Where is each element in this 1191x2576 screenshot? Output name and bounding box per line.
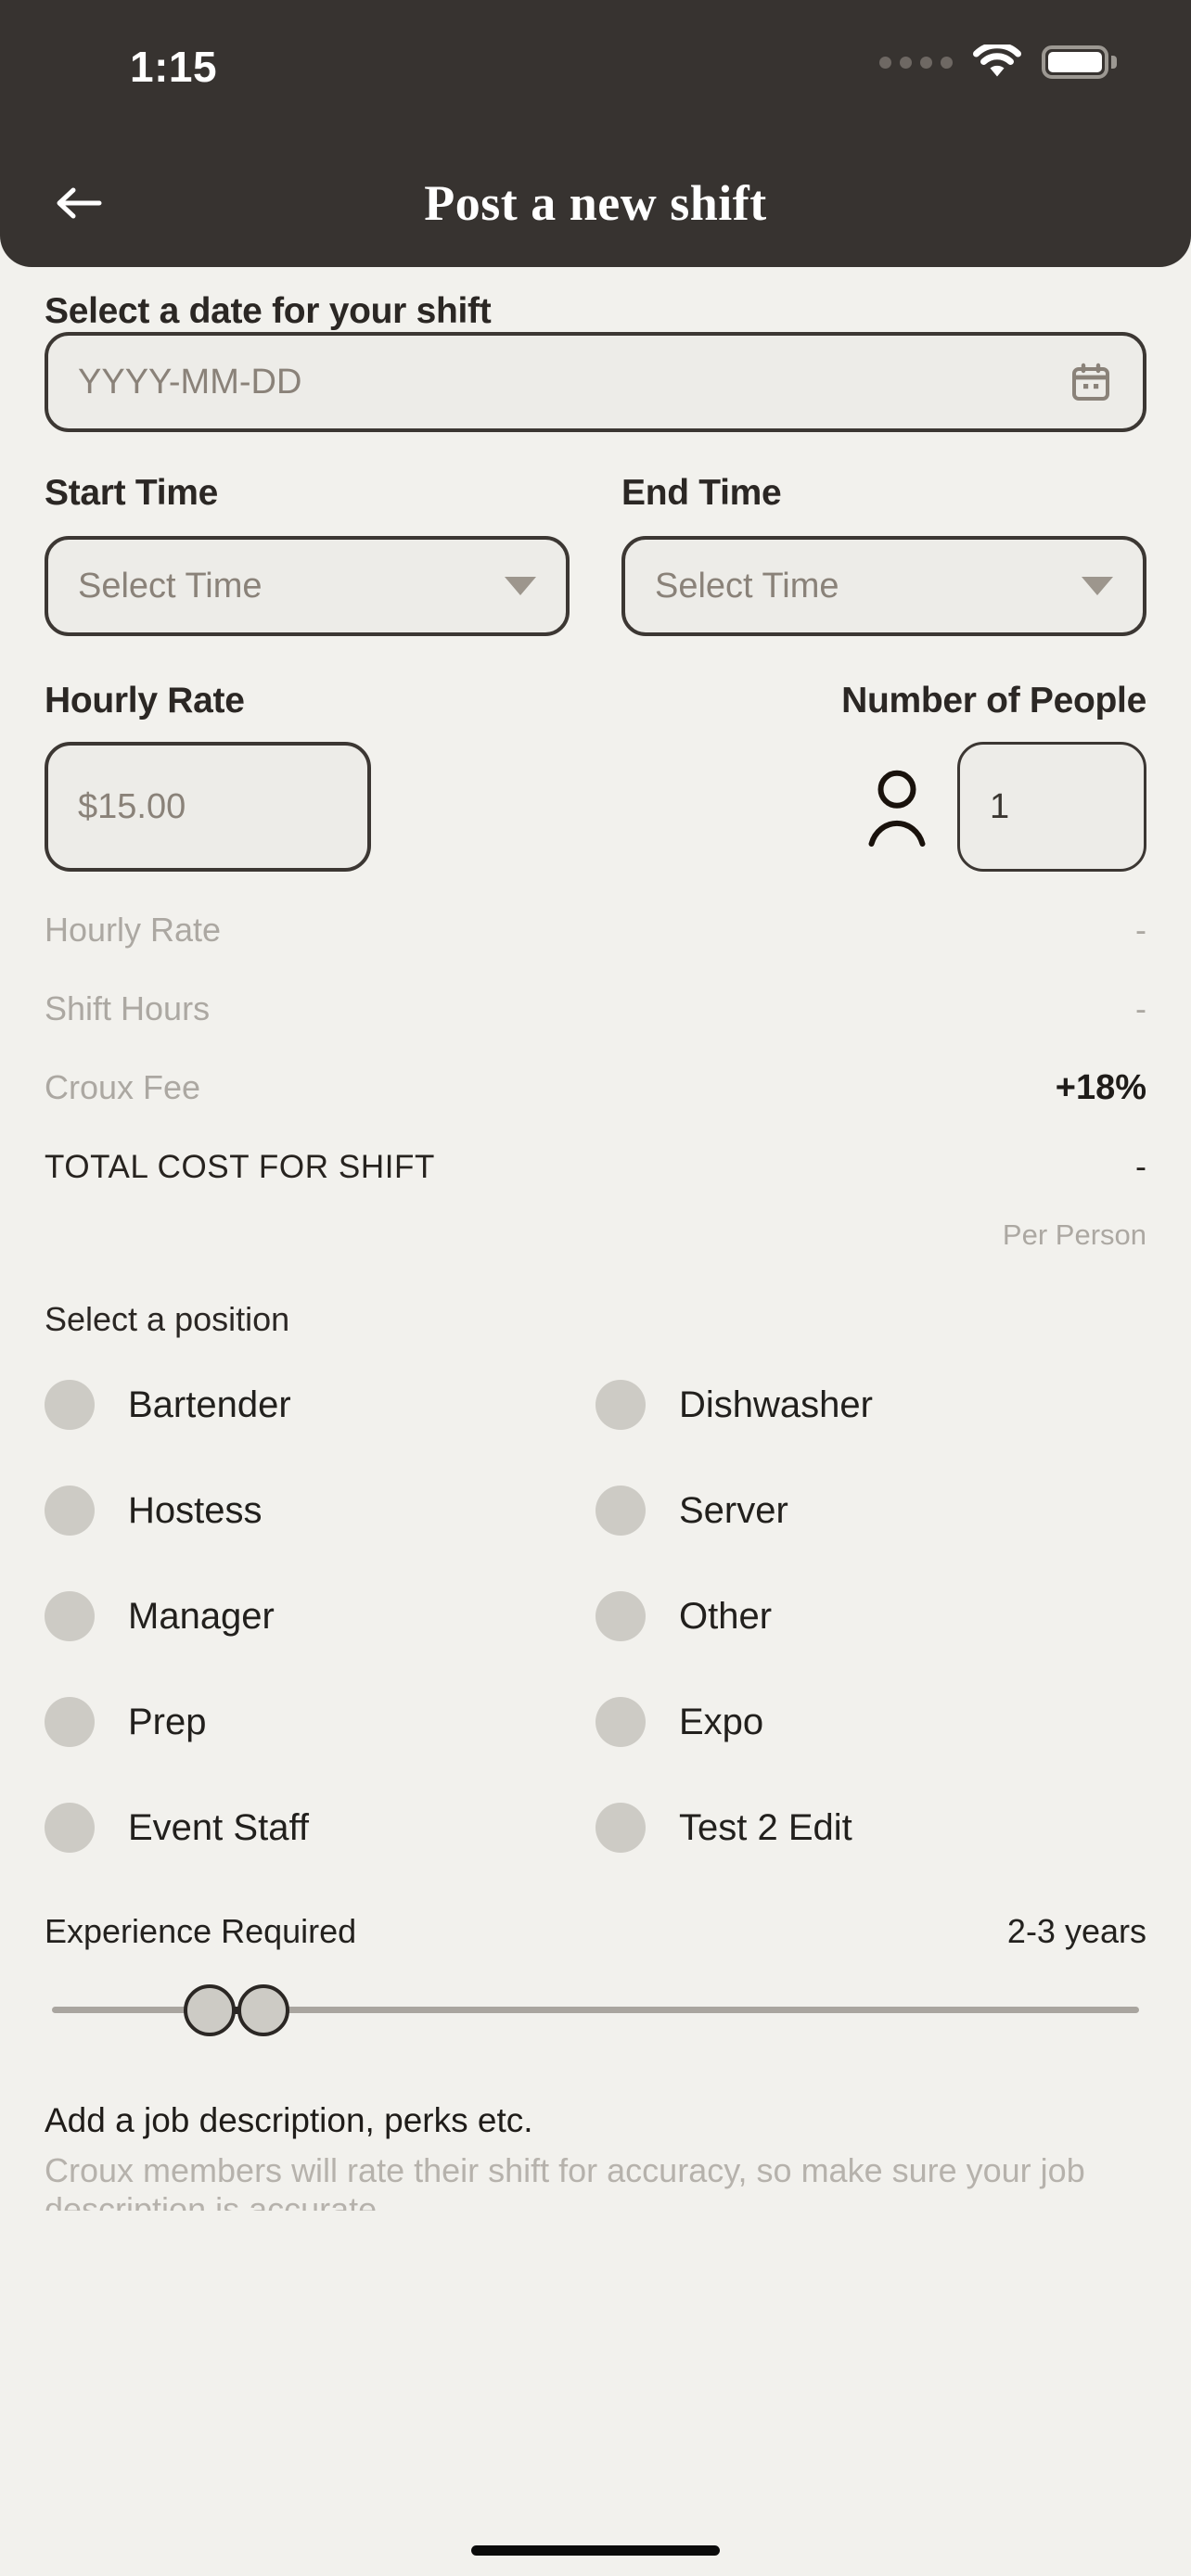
end-time-label: End Time — [621, 473, 782, 513]
position-label: Expo — [679, 1701, 764, 1742]
date-label: Select a date for your shift — [45, 291, 492, 331]
chevron-down-icon — [1082, 577, 1113, 595]
page-title: Post a new shift — [424, 175, 767, 231]
status-bar: 1:15 — [0, 0, 1191, 139]
calendar-icon[interactable] — [1069, 360, 1113, 404]
radio-icon[interactable] — [45, 1380, 95, 1430]
experience-section: Experience Required 2-3 years — [45, 1912, 1146, 2053]
positions-title: Select a position — [45, 1300, 290, 1338]
positions-grid: Bartender Hostess Manager Prep Event Sta… — [45, 1371, 1146, 1899]
wifi-icon — [973, 45, 1021, 80]
hourly-rate-label: Hourly Rate — [45, 681, 245, 721]
per-person-note: Per Person — [1002, 1218, 1146, 1251]
experience-value: 2-3 years — [1006, 1912, 1146, 1950]
date-placeholder: YYYY-MM-DD — [78, 362, 302, 402]
position-label: Hostess — [128, 1489, 263, 1531]
end-time-select[interactable]: Select Time — [621, 536, 1146, 636]
position-option-hostess[interactable]: Hostess — [45, 1476, 596, 1545]
number-of-people-label: Number of People — [841, 681, 1146, 721]
position-label: Manager — [128, 1595, 275, 1637]
position-option-expo[interactable]: Expo — [596, 1688, 1146, 1756]
rate-people-section: Hourly Rate $15.00 Number of People 1 — [45, 681, 1146, 872]
description-section: Add a job description, perks etc. Croux … — [45, 2101, 1146, 2211]
position-label: Event Staff — [128, 1806, 309, 1848]
position-option-event-staff[interactable]: Event Staff — [45, 1793, 596, 1862]
summary-row-label: Croux Fee — [45, 1068, 201, 1106]
number-of-people-input[interactable]: 1 — [957, 742, 1146, 872]
start-time-group: Start Time Select Time — [45, 473, 570, 636]
summary-row-label: Shift Hours — [45, 989, 211, 1027]
cost-summary: Hourly Rate - Shift Hours - Croux Fee +1… — [45, 911, 1146, 1252]
radio-icon[interactable] — [596, 1803, 646, 1853]
radio-icon[interactable] — [45, 1591, 95, 1641]
radio-icon[interactable] — [45, 1486, 95, 1536]
summary-total-row: TOTAL COST FOR SHIFT - — [45, 1147, 1146, 1226]
position-label: Dishwasher — [679, 1384, 873, 1425]
phone-screen: 1:15 Post a new shift Select a date for … — [0, 0, 1191, 2576]
form-body: Select a date for your shift YYYY-MM-DD … — [0, 267, 1191, 2211]
slider-handle-min[interactable] — [184, 1984, 236, 2036]
start-time-select[interactable]: Select Time — [45, 536, 570, 636]
position-label: Bartender — [128, 1384, 291, 1425]
cellular-dots-icon — [879, 56, 953, 69]
date-section: Select a date for your shift YYYY-MM-DD — [45, 291, 1146, 432]
experience-label: Experience Required — [45, 1912, 357, 1950]
radio-icon[interactable] — [45, 1803, 95, 1853]
radio-icon[interactable] — [596, 1591, 646, 1641]
number-of-people-value: 1 — [990, 786, 1010, 826]
app-header: 1:15 Post a new shift — [0, 0, 1191, 267]
status-bar-indicators — [879, 45, 1117, 80]
time-section: Start Time Select Time End Time Select T… — [45, 473, 1146, 636]
navigation-bar: Post a new shift — [0, 139, 1191, 267]
radio-icon[interactable] — [596, 1380, 646, 1430]
experience-range-slider[interactable] — [45, 1964, 1146, 2053]
chevron-down-icon — [505, 577, 536, 595]
hourly-rate-placeholder: $15.00 — [78, 786, 186, 826]
slider-handle-max[interactable] — [237, 1984, 289, 2036]
summary-row: Hourly Rate - — [45, 911, 1146, 989]
position-option-prep[interactable]: Prep — [45, 1688, 596, 1756]
experience-header: Experience Required 2-3 years — [45, 1912, 1146, 1951]
summary-row: Croux Fee +18% — [45, 1068, 1146, 1147]
summary-row: Shift Hours - — [45, 989, 1146, 1068]
number-of-people-group: Number of People 1 — [596, 681, 1146, 872]
position-option-manager[interactable]: Manager — [45, 1582, 596, 1651]
end-time-group: End Time Select Time — [621, 473, 1146, 636]
summary-row-value: - — [1135, 989, 1146, 1027]
description-hint[interactable]: Croux members will rate their shift for … — [45, 2151, 1146, 2211]
radio-icon[interactable] — [45, 1697, 95, 1747]
position-label: Other — [679, 1595, 773, 1637]
position-option-other[interactable]: Other — [596, 1582, 1146, 1651]
position-label: Server — [679, 1489, 788, 1531]
position-option-test-2-edit[interactable]: Test 2 Edit — [596, 1793, 1146, 1862]
position-option-server[interactable]: Server — [596, 1476, 1146, 1545]
summary-row-label: Hourly Rate — [45, 911, 222, 949]
summary-row-value: - — [1135, 911, 1146, 949]
radio-icon[interactable] — [596, 1486, 646, 1536]
home-indicator — [471, 2545, 720, 2556]
positions-left-column: Bartender Hostess Manager Prep Event Sta… — [45, 1371, 596, 1899]
date-input[interactable]: YYYY-MM-DD — [45, 332, 1146, 432]
summary-row-value: +18% — [1055, 1068, 1146, 1107]
positions-section: Select a position Bartender Hostess Mana… — [45, 1300, 1146, 1899]
hourly-rate-input[interactable]: $15.00 — [45, 742, 371, 872]
start-time-label: Start Time — [45, 473, 219, 513]
hourly-rate-group: Hourly Rate $15.00 — [45, 681, 596, 872]
battery-full-icon — [1042, 45, 1117, 79]
people-row: 1 — [864, 742, 1146, 872]
person-icon — [868, 770, 926, 847]
summary-total-value: - — [1135, 1147, 1146, 1185]
summary-total-label: TOTAL COST FOR SHIFT — [45, 1149, 436, 1185]
position-option-dishwasher[interactable]: Dishwasher — [596, 1371, 1146, 1439]
start-time-placeholder: Select Time — [78, 566, 263, 606]
position-label: Test 2 Edit — [679, 1806, 852, 1848]
positions-right-column: Dishwasher Server Other Expo Test 2 Edit — [596, 1371, 1146, 1899]
position-option-bartender[interactable]: Bartender — [45, 1371, 596, 1439]
position-label: Prep — [128, 1701, 207, 1742]
status-bar-time: 1:15 — [130, 43, 218, 91]
end-time-placeholder: Select Time — [655, 566, 839, 606]
description-title: Add a job description, perks etc. — [45, 2101, 533, 2139]
radio-icon[interactable] — [596, 1697, 646, 1747]
